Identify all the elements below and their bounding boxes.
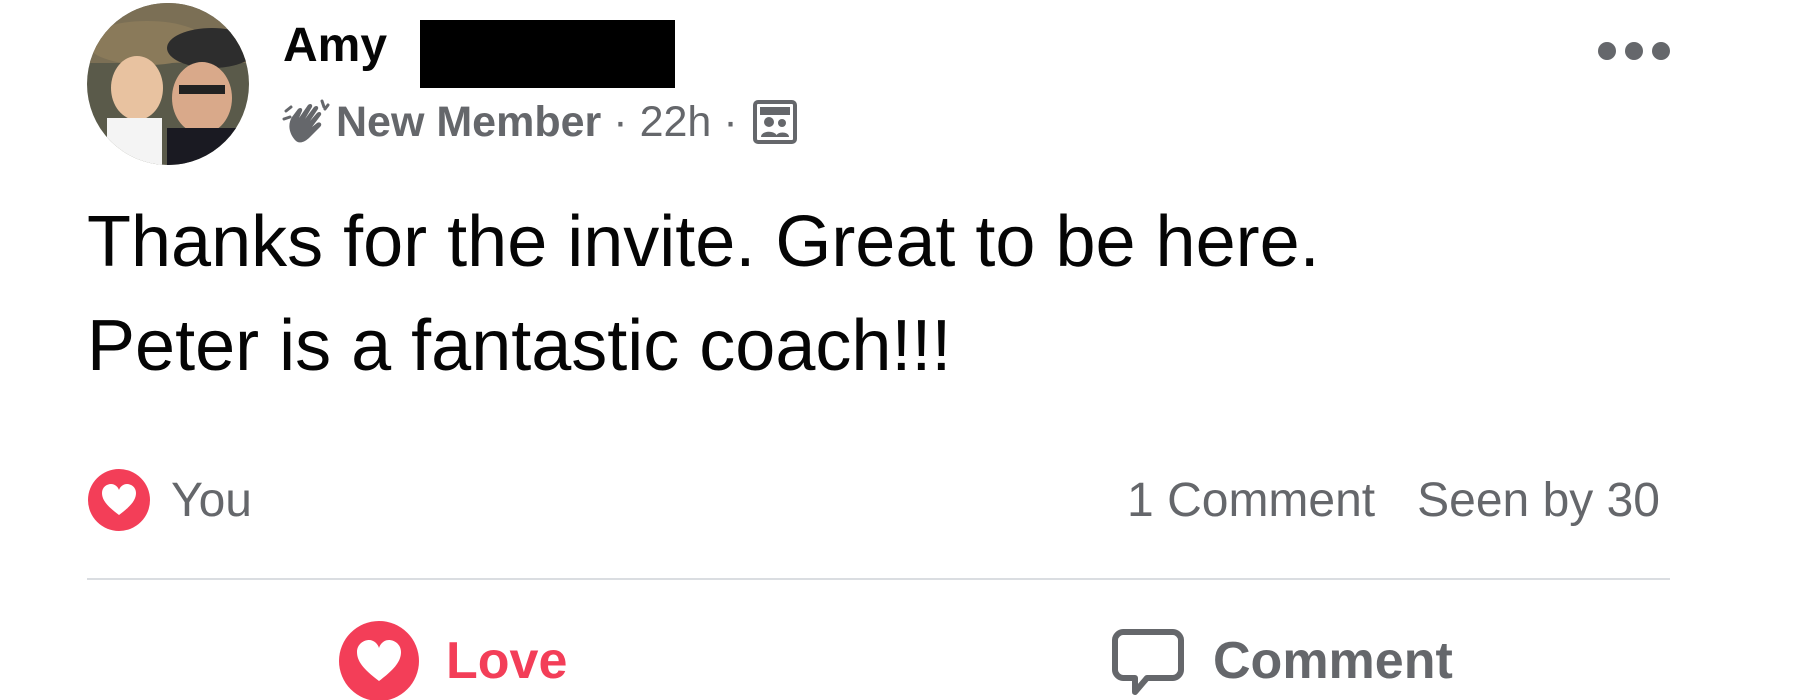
comment-icon	[1112, 629, 1184, 695]
more-dot-icon	[1625, 42, 1643, 60]
more-options-button[interactable]	[1598, 40, 1670, 62]
love-button-label: Love	[446, 632, 568, 690]
meta-separator: ·	[723, 97, 738, 146]
more-dot-icon	[1652, 42, 1670, 60]
post-body-line: Peter is a fantastic coach!!!	[87, 306, 952, 386]
comment-button-label: Comment	[1213, 632, 1453, 690]
member-badge: New Member	[336, 97, 602, 146]
love-icon	[339, 621, 419, 700]
comment-count[interactable]: 1 Comment	[1127, 473, 1375, 528]
group-post: Amy New Member · 22h · Thanks for the in…	[0, 0, 1800, 700]
love-button[interactable]: Love	[338, 620, 567, 700]
post-stats: 1 Comment Seen by 30	[1127, 470, 1660, 530]
group-icon	[752, 100, 797, 144]
post-meta: New Member · 22h ·	[282, 94, 798, 150]
reactions-summary[interactable]: You	[87, 469, 252, 531]
meta-separator: ·	[613, 97, 628, 146]
seen-count[interactable]: Seen by 30	[1417, 473, 1660, 528]
post-time[interactable]: 22h	[640, 98, 712, 147]
divider	[87, 578, 1670, 580]
more-dot-icon	[1598, 42, 1616, 60]
author-name[interactable]: Amy	[283, 18, 387, 74]
author-avatar[interactable]	[87, 3, 249, 165]
reactor-name: You	[171, 473, 252, 527]
waving-hand-icon	[282, 99, 330, 143]
name-redaction	[420, 20, 675, 88]
post-body-line: Thanks for the invite. Great to be here.	[87, 202, 1320, 282]
love-reaction-icon	[88, 469, 150, 531]
post-body: Thanks for the invite. Great to be here.…	[87, 190, 1687, 398]
comment-button[interactable]: Comment	[1111, 620, 1453, 700]
